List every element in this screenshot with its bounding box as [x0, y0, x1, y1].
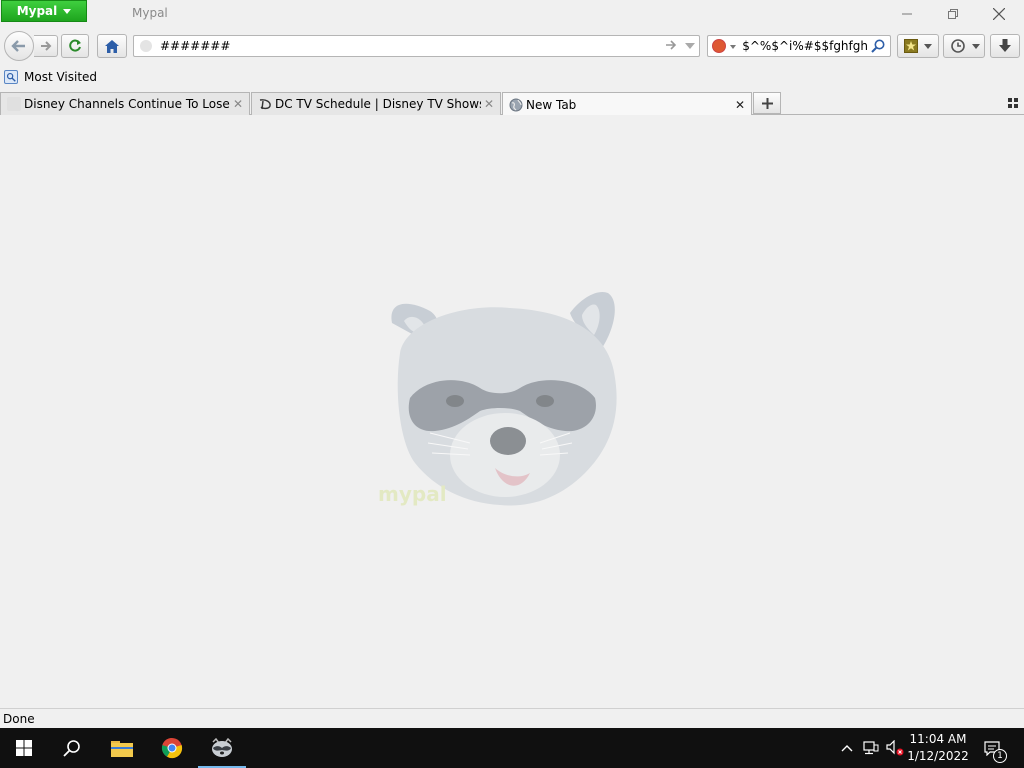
app-menu-label: Mypal	[16, 4, 58, 18]
chevron-down-icon	[63, 8, 72, 14]
new-tab-page: mypal	[0, 115, 1024, 708]
download-arrow-icon	[999, 39, 1011, 52]
clock-time: 11:04 AM	[909, 732, 967, 746]
search-text[interactable]: i%#$$fghfgh^$%^$%^	[743, 39, 868, 53]
tab-dc-tv-schedule[interactable]: DC TV Schedule | Disney TV Shows | P... …	[251, 92, 501, 115]
forward-button[interactable]	[34, 35, 58, 57]
app-menu-button[interactable]: Mypal	[1, 0, 87, 22]
taskbar-clock[interactable]: 11:04 AM 1/12/2022	[904, 731, 972, 765]
status-text: Done	[3, 712, 35, 726]
title-bar: Mypal Mypal	[0, 0, 1024, 28]
minimize-button[interactable]	[884, 0, 930, 28]
search-icon[interactable]	[870, 38, 886, 54]
bookmark-label: Most Visited	[24, 70, 98, 84]
restore-button[interactable]	[930, 0, 976, 28]
back-arrow-icon	[11, 40, 25, 52]
back-button[interactable]	[4, 31, 34, 61]
new-tab-button[interactable]	[753, 92, 781, 114]
windows-start-icon	[16, 740, 32, 756]
status-bar: Done	[0, 708, 1024, 728]
minimize-icon	[902, 13, 912, 15]
site-identity-icon[interactable]	[140, 40, 152, 52]
clock-icon	[951, 39, 965, 53]
bookmarks-folder-icon	[4, 70, 18, 84]
back-forward-group	[4, 31, 60, 61]
blank-favicon	[7, 97, 21, 111]
forward-arrow-icon	[40, 41, 51, 51]
volume-tray-button[interactable]	[884, 728, 906, 768]
go-arrow-icon[interactable]	[665, 39, 677, 54]
downloads-button[interactable]	[990, 34, 1020, 58]
bookmark-most-visited[interactable]: Most Visited	[4, 70, 97, 84]
taskbar-chrome[interactable]	[148, 728, 196, 768]
tab-disney-channels[interactable]: Disney Channels Continue To Lose M... ✕	[0, 92, 250, 115]
search-bar[interactable]: i%#$$fghfgh^$%^$%^	[707, 35, 891, 57]
close-tab-icon[interactable]: ✕	[732, 97, 748, 113]
taskbar-search-button[interactable]	[48, 728, 96, 768]
chevron-down-icon	[924, 43, 932, 49]
close-window-button[interactable]	[976, 0, 1022, 28]
globe-icon	[509, 98, 523, 111]
raccoon-logo-image: mypal	[378, 291, 617, 506]
duckduckgo-icon[interactable]	[712, 39, 726, 53]
start-button[interactable]	[0, 728, 48, 768]
bookmarks-toolbar: Most Visited	[0, 66, 1024, 90]
url-bar[interactable]: #######	[133, 35, 700, 57]
taskbar-file-explorer[interactable]	[98, 728, 146, 768]
windows-taskbar: 11:04 AM 1/12/2022 1	[0, 728, 1024, 768]
chevron-up-icon	[841, 744, 853, 751]
mypal-raccoon-icon	[212, 738, 232, 757]
mypal-watermark-text: mypal	[378, 482, 447, 506]
close-icon	[993, 8, 1005, 20]
notification-count-badge: 1	[993, 749, 1007, 763]
clock-date: 1/12/2022	[907, 749, 969, 763]
bookmarks-menu-button[interactable]	[897, 34, 939, 58]
disney-channel-icon	[259, 99, 271, 110]
window-title: Mypal	[132, 6, 168, 20]
all-tabs-grid-icon[interactable]	[1006, 96, 1020, 110]
restore-icon	[948, 9, 958, 19]
tab-new-tab[interactable]: New Tab ✕	[502, 92, 752, 116]
history-button[interactable]	[943, 34, 985, 58]
tab-strip: Disney Channels Continue To Lose M... ✕ …	[0, 90, 1024, 116]
reload-button[interactable]	[61, 34, 89, 58]
navigation-toolbar: ####### i%#$$fghfgh^$%^$%^	[0, 28, 1024, 66]
file-explorer-icon	[111, 741, 133, 757]
home-icon	[105, 39, 119, 53]
search-icon	[63, 740, 80, 757]
close-tab-icon[interactable]: ✕	[481, 96, 497, 112]
url-text[interactable]: #######	[160, 39, 230, 53]
tab-title: DC TV Schedule | Disney TV Shows | P...	[275, 97, 481, 111]
volume-muted-icon	[886, 740, 904, 756]
tab-title: Disney Channels Continue To Lose M...	[24, 97, 230, 111]
search-engine-dropdown-icon[interactable]	[730, 45, 736, 49]
home-button[interactable]	[97, 34, 127, 58]
network-icon	[863, 741, 879, 755]
close-tab-icon[interactable]: ✕	[230, 96, 246, 112]
taskbar-mypal[interactable]	[198, 728, 246, 768]
url-history-dropdown-icon[interactable]	[685, 43, 695, 49]
show-hidden-icons-button[interactable]	[838, 728, 856, 768]
network-tray-button[interactable]	[860, 728, 882, 768]
reload-icon	[69, 39, 81, 52]
bookmark-star-icon	[904, 39, 918, 53]
plus-icon	[761, 97, 773, 109]
chrome-icon	[161, 737, 183, 759]
tab-title: New Tab	[526, 97, 577, 112]
chevron-down-icon	[972, 43, 980, 49]
